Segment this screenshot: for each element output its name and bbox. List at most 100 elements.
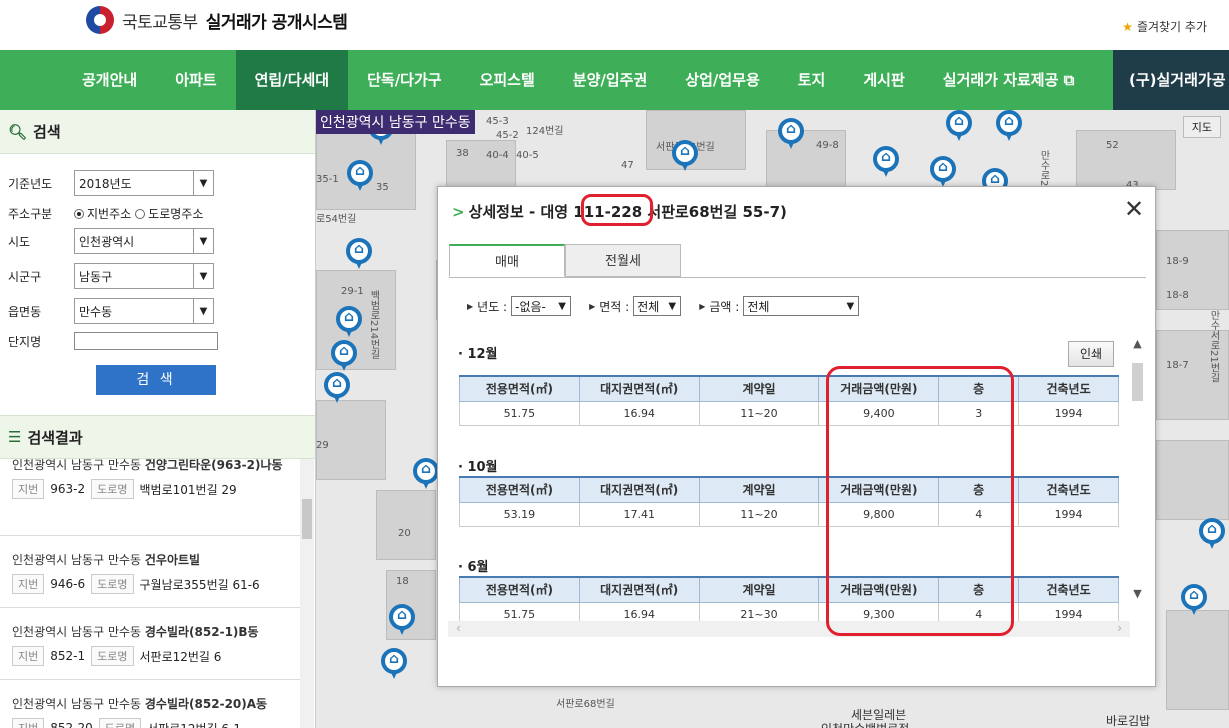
cell-area: 51.75 — [459, 400, 580, 426]
search-button[interactable]: 검 색 — [96, 365, 216, 395]
nav-item-board[interactable]: 게시판 — [844, 50, 923, 110]
filter-year-select[interactable]: -없음- ▼ — [511, 296, 572, 316]
nav-item-apartment[interactable]: 아파트 — [156, 50, 235, 110]
result-title: 인천광역시 남동구 만수동 건우아트빌 — [12, 552, 288, 568]
nav-item-villa[interactable]: 연립/다세대 — [235, 50, 349, 110]
print-button[interactable]: 인쇄 — [1068, 341, 1114, 367]
sigungu-value: 남동구 — [79, 269, 113, 284]
lot-number: 18-7 — [1166, 360, 1189, 371]
month-label: 12월 — [467, 347, 498, 362]
taegeuk-logo-icon — [86, 6, 114, 34]
year-row: 기준년도 2018년도 ▼ — [8, 170, 214, 196]
scrollbar-thumb[interactable] — [302, 499, 312, 539]
main-nav: 공개안내 아파트 연립/다세대 단독/다가구 오피스텔 분양/입주권 상업/업무… — [0, 50, 1229, 110]
radio-jibun-label: 지번주소 — [87, 207, 132, 221]
map-pin-icon[interactable] — [778, 118, 804, 150]
nav-item-legacy[interactable]: (구)실거래가공 — [1113, 50, 1229, 110]
complex-row: 단지명 — [8, 332, 218, 350]
filter-area-select[interactable]: 전체 ▼ — [633, 296, 682, 316]
dong-value: 만수동 — [79, 304, 113, 319]
map-pin-icon[interactable] — [331, 340, 357, 372]
nav-item-presale[interactable]: 분양/입주권 — [554, 50, 666, 110]
results-scrollbar[interactable] — [300, 459, 314, 728]
nav-item-commercial[interactable]: 상업/업무용 — [666, 50, 778, 110]
site-logo[interactable]: 국토교통부 실거래가 공개시스템 — [86, 6, 348, 34]
map-pin-icon[interactable] — [389, 604, 415, 636]
jibun-tag: 지번 — [12, 646, 45, 666]
map-pin-icon[interactable] — [347, 160, 373, 192]
cell-land-area: 16.94 — [578, 400, 700, 426]
results-title: 검색결과 — [27, 428, 83, 447]
tab-rent[interactable]: 전월세 — [565, 244, 681, 277]
result-road: 백범로101번길 29 — [139, 482, 237, 497]
map-type-button[interactable]: 지도 — [1182, 116, 1221, 138]
result-meta: 지번 946-6 도로명 구월남로355번길 61-6 — [12, 574, 288, 594]
bookmark-link[interactable]: ★ 즐겨찾기 추가 — [1122, 18, 1207, 35]
map-pin-icon[interactable] — [381, 648, 407, 680]
street-label: 서판로68번길 — [556, 699, 615, 710]
map-pin-icon[interactable] — [1199, 518, 1225, 550]
list-item[interactable]: 인천광역시 남동구 만수동 경수빌라(852-20)A동 지번 852-20 도로명… — [0, 680, 300, 728]
year-select[interactable]: 2018년도 ▼ — [74, 170, 214, 196]
map-pin-icon[interactable] — [346, 238, 372, 270]
filter-amount-select[interactable]: 전체 ▼ — [743, 296, 860, 316]
map-pin-icon[interactable] — [996, 110, 1022, 142]
chevron-down-icon: ▼ — [846, 300, 855, 312]
result-road: 서판로12번길 6 — [139, 649, 222, 664]
col-header: 건축년도 — [1018, 576, 1119, 603]
sigungu-select[interactable]: 남동구 ▼ — [74, 263, 214, 289]
scrollbar-thumb[interactable] — [1132, 363, 1143, 401]
map-pin-icon[interactable] — [873, 146, 899, 178]
result-name: 경수빌라(852-20)A동 — [144, 697, 268, 711]
col-header: 전용면적(㎡) — [459, 375, 580, 402]
popup-horizontal-scrollbar[interactable]: ‹ › — [448, 621, 1130, 637]
map-pin-icon[interactable] — [946, 110, 972, 142]
nav-item-land[interactable]: 토지 — [779, 50, 845, 110]
filter-year-value: -없음- — [515, 299, 546, 314]
list-item[interactable]: 인천광역시 남동구 만수동 건양그린타운(963-2)나동 지번 963-2 도로명… — [0, 459, 300, 536]
radio-road-label: 도로명주소 — [148, 207, 204, 221]
search-header: 🔍︎ 검색 — [0, 110, 315, 154]
nav-item-notice[interactable]: 공개안내 — [63, 50, 156, 110]
list-item[interactable]: 인천광역시 남동구 만수동 건우아트빌 지번 946-6 도로명 구월남로355번길 … — [0, 536, 300, 608]
scroll-right-icon[interactable]: › — [1117, 621, 1122, 635]
result-jibun: 963-2 — [50, 482, 86, 496]
year-label: 기준년도 — [8, 176, 53, 191]
close-icon[interactable]: ✕ — [1123, 197, 1145, 221]
popup-vertical-scrollbar[interactable]: ▲ ▼ — [1130, 325, 1145, 621]
sido-value: 인천광역시 — [79, 234, 135, 249]
chevron-down-icon: ▼ — [193, 264, 213, 288]
nav-item-data[interactable]: 실거래가 자료제공 ⧉ — [924, 50, 1094, 110]
scroll-up-icon[interactable]: ▲ — [1130, 337, 1145, 350]
cell-built-year: 1994 — [1018, 501, 1119, 527]
table-row: 53.19 17.41 11~20 9,800 4 1994 — [459, 501, 1119, 527]
chevron-down-icon: ▼ — [668, 300, 677, 312]
map-pin-icon[interactable] — [336, 306, 362, 338]
transactions-scroll-area[interactable]: · 12월 인쇄 전용면적(㎡) 대지권면적(㎡) 계약일 거래금액(만원) 층… — [448, 325, 1145, 637]
radio-road[interactable] — [135, 208, 146, 219]
search-icon: 🔍︎ — [8, 122, 28, 141]
col-header: 대지권면적(㎡) — [578, 375, 700, 402]
result-title: 인천광역시 남동구 만수동 건양그린타운(963-2)나동 — [12, 459, 288, 473]
list-item[interactable]: 인천광역시 남동구 만수동 경수빌라(852-1)B동 지번 852-1 도로명 서판… — [0, 608, 300, 680]
system-name: 실거래가 공개시스템 — [205, 12, 348, 33]
tab-sale[interactable]: 매매 — [449, 244, 565, 277]
popup-title-prefix: 상세정보 - 대영 — [468, 203, 569, 221]
sido-select[interactable]: 인천광역시 ▼ — [74, 228, 214, 254]
map-pin-icon[interactable] — [413, 458, 439, 490]
nav-item-house[interactable]: 단독/다가구 — [348, 50, 460, 110]
scroll-left-icon[interactable]: ‹ — [456, 621, 461, 635]
scroll-down-icon[interactable]: ▼ — [1130, 587, 1145, 600]
result-jibun: 852-20 — [50, 721, 93, 728]
map-pin-icon[interactable] — [1181, 584, 1207, 616]
col-header: 건축년도 — [1018, 375, 1119, 402]
dong-select[interactable]: 만수동 ▼ — [74, 298, 214, 324]
sigungu-row: 시군구 남동구 ▼ — [8, 263, 214, 289]
nav-item-officetel[interactable]: 오피스텔 — [461, 50, 554, 110]
complex-input[interactable] — [74, 332, 218, 350]
result-name: 건우아트빌 — [144, 553, 201, 567]
radio-jibun[interactable] — [74, 208, 84, 219]
map-pin-icon[interactable] — [930, 156, 956, 188]
map-pin-icon[interactable] — [324, 372, 350, 404]
map-pin-icon[interactable] — [672, 140, 698, 172]
